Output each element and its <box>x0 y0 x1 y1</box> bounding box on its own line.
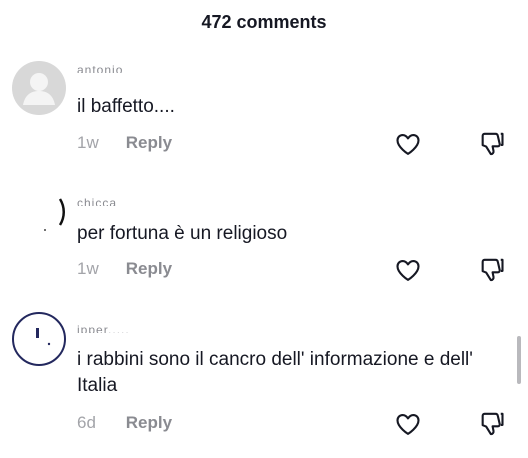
scrollbar[interactable] <box>517 336 521 384</box>
avatar[interactable] <box>12 312 66 366</box>
comment-text: il baffetto.... <box>77 96 175 117</box>
comment-text: i rabbini sono il cancro dell' informazi… <box>77 349 473 396</box>
comments-header: 472 comments <box>0 0 528 44</box>
reply-button[interactable]: Reply <box>126 413 172 432</box>
dislike-thumbs-down-icon[interactable] <box>478 130 506 158</box>
avatar[interactable] <box>12 61 66 115</box>
comment-username[interactable]: antonio_____ <box>77 65 162 73</box>
comment-username[interactable]: ipper..... <box>77 325 130 333</box>
reply-button[interactable]: Reply <box>126 133 172 152</box>
comment-text: per fortuna è un religioso <box>77 223 288 244</box>
comments-count-title: 472 comments <box>201 12 327 32</box>
user-photo-icon <box>36 328 51 346</box>
dislike-thumbs-down-icon[interactable] <box>478 410 506 438</box>
comment-meta: 1w Reply <box>77 259 172 279</box>
reply-button[interactable]: Reply <box>126 259 172 278</box>
user-photo-icon <box>44 198 65 231</box>
comment-meta: 1w Reply <box>77 133 172 153</box>
comment-time: 1w <box>77 133 99 152</box>
comment-time: 1w <box>77 259 99 278</box>
dislike-thumbs-down-icon[interactable] <box>478 256 506 284</box>
default-avatar-icon <box>23 73 55 105</box>
comment-meta: 6d Reply <box>77 413 172 433</box>
avatar[interactable] <box>12 185 66 239</box>
like-heart-icon[interactable] <box>394 256 422 284</box>
like-heart-icon[interactable] <box>394 410 422 438</box>
comment-username[interactable]: chicca <box>77 198 117 206</box>
comment-time: 6d <box>77 413 96 432</box>
like-heart-icon[interactable] <box>394 130 422 158</box>
